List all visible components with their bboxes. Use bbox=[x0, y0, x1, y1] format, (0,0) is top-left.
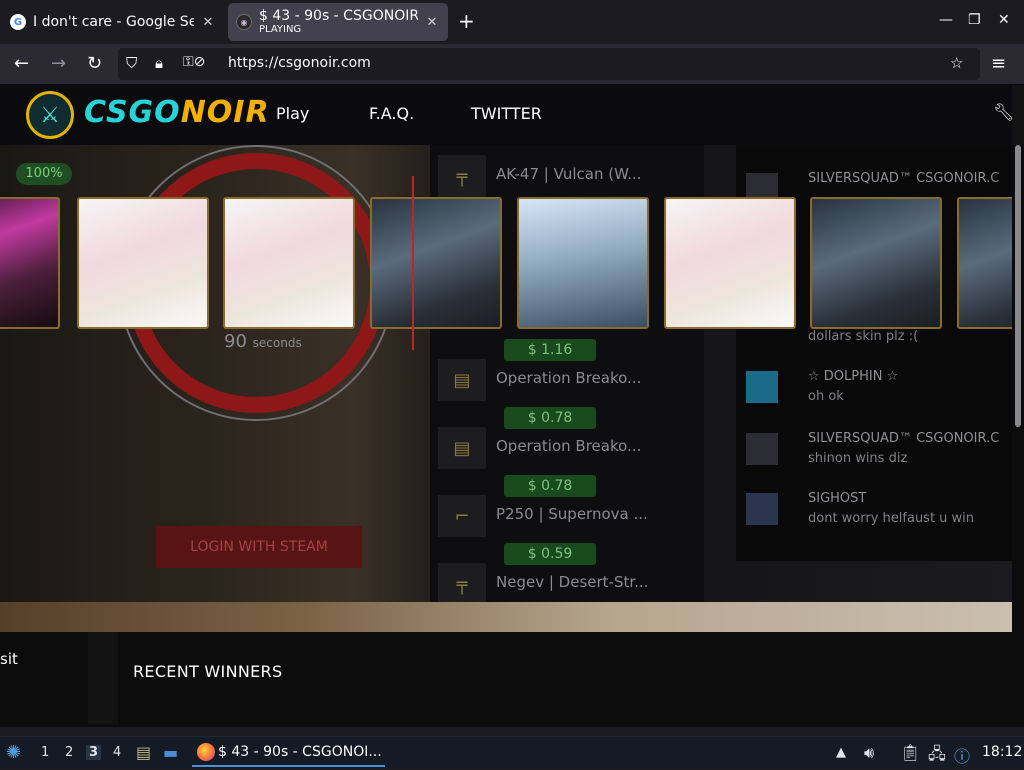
menu-twitter[interactable]: TWITTER bbox=[471, 104, 542, 123]
tab-playing-label: PLAYING bbox=[259, 24, 302, 35]
chat-username[interactable]: ☆ DOLPHIN ☆ bbox=[808, 369, 898, 384]
settings-wrench-icon[interactable]: 🔧︎ bbox=[993, 103, 1015, 123]
player-avatar-card bbox=[223, 197, 355, 329]
vertical-scrollbar[interactable] bbox=[1012, 145, 1024, 727]
recent-winners-title: RECENT WINNERS bbox=[133, 662, 283, 681]
brand-part-2: NOIR bbox=[180, 95, 270, 130]
item-name: Operation Breako... bbox=[496, 437, 642, 455]
roulette-strip bbox=[0, 176, 1024, 350]
close-tab-icon[interactable]: ✕ bbox=[200, 15, 216, 30]
taskbar: ✺ 1 2 3 4 ▤ ▬ $ 43 - 90s - CSGONOI... ▲ … bbox=[0, 736, 1024, 768]
tab-google-search[interactable]: G I don't care - Google Sea ✕ bbox=[2, 3, 224, 41]
workspace-4[interactable]: 4 bbox=[113, 745, 121, 760]
banner-strip bbox=[0, 602, 1012, 632]
taskbar-firefox-window[interactable]: $ 43 - 90s - CSGONOI... bbox=[192, 738, 385, 767]
recent-winners-panel: RECENT WINNERS bbox=[118, 632, 1012, 727]
clipboard-icon[interactable]: 📋︎ bbox=[900, 743, 920, 762]
chat-text: shinon wins diz bbox=[808, 451, 908, 466]
minimize-icon[interactable]: — bbox=[939, 12, 953, 28]
player-avatar-card bbox=[370, 197, 502, 329]
lock-icon[interactable]: 🔒︎ bbox=[155, 54, 163, 72]
firefox-icon bbox=[197, 743, 215, 761]
menu-play[interactable]: Play bbox=[276, 104, 309, 123]
menu-faq[interactable]: F.A.Q. bbox=[369, 104, 414, 123]
reload-icon[interactable]: ↻ bbox=[87, 54, 102, 74]
shield-icon[interactable]: ⛉ bbox=[126, 54, 137, 72]
chat-username[interactable]: SIGHOST bbox=[808, 491, 866, 506]
rifle-icon: ╤ bbox=[438, 155, 486, 197]
list-item: ▤ Operation Breako... bbox=[430, 417, 704, 477]
chat-text: oh ok bbox=[808, 389, 844, 404]
item-name: Operation Breako... bbox=[496, 369, 642, 387]
horizontal-scrollbar[interactable] bbox=[0, 724, 1024, 727]
volume-icon[interactable]: 🔊︎ bbox=[864, 743, 874, 763]
crate-icon: ▤ bbox=[438, 427, 486, 469]
player-avatar-card bbox=[810, 197, 942, 329]
deposit-panel: sit bbox=[0, 632, 88, 724]
tab-title: I don't care - Google Sea bbox=[33, 14, 194, 30]
start-menu-icon[interactable]: ✺ bbox=[6, 742, 21, 763]
desktop-icon[interactable]: ▬ bbox=[163, 743, 178, 762]
item-name: Negev | Desert-Str... bbox=[496, 573, 649, 591]
workspace-1[interactable]: 1 bbox=[41, 745, 49, 760]
tray-arrow-icon[interactable]: ▲ bbox=[836, 745, 846, 760]
item-name: P250 | Supernova ... bbox=[496, 505, 648, 523]
task-title: $ 43 - 90s - CSGONOI... bbox=[218, 744, 382, 760]
bookmark-star-icon[interactable]: ☆ bbox=[950, 54, 963, 72]
player-avatar-card bbox=[0, 197, 60, 329]
roulette-pointer bbox=[412, 176, 414, 350]
site-header: ⚔ CSGONOIR Play F.A.Q. TWITTER 🔧︎ bbox=[0, 85, 1015, 145]
network-icon[interactable]: 🖧 bbox=[928, 743, 946, 770]
progress-badge: 100% bbox=[16, 163, 72, 185]
chat-username[interactable]: SILVERSQUAD™ CSGONOIR.C bbox=[808, 431, 999, 446]
timer-value: 90 bbox=[224, 331, 247, 352]
crate-icon: ▤ bbox=[438, 359, 486, 401]
tab-csgonoir[interactable]: ◉ $ 43 - 90s - CSGONOIR - PLAYING ✕ bbox=[228, 3, 448, 41]
list-item: ⌐ P250 | Supernova ... bbox=[430, 485, 704, 545]
url-text[interactable]: https://csgonoir.com bbox=[228, 55, 371, 71]
google-icon: G bbox=[10, 14, 26, 30]
item-name: AK-47 | Vulcan (W... bbox=[496, 165, 642, 183]
avatar[interactable] bbox=[746, 493, 778, 525]
new-tab-button[interactable]: + bbox=[458, 11, 475, 31]
file-manager-icon[interactable]: ▤ bbox=[136, 743, 151, 762]
player-avatar-card bbox=[517, 197, 649, 329]
deposit-label[interactable]: sit bbox=[0, 650, 18, 668]
brand-logo[interactable]: CSGONOIR bbox=[84, 95, 270, 130]
brand-part-1: CSGO bbox=[84, 95, 181, 130]
rifle-icon: ╤ bbox=[438, 563, 486, 605]
player-avatar-card bbox=[77, 197, 209, 329]
tab-title: $ 43 - 90s - CSGONOIR - bbox=[259, 9, 418, 23]
tab-strip: G I don't care - Google Sea ✕ ◉ $ 43 - 9… bbox=[0, 0, 1024, 44]
avatar[interactable] bbox=[746, 433, 778, 465]
restore-icon[interactable]: ❐ bbox=[968, 12, 981, 28]
close-window-icon[interactable]: ✕ bbox=[998, 12, 1010, 28]
logo-icon[interactable]: ⚔ bbox=[26, 91, 74, 139]
timer-label: 90 seconds bbox=[224, 331, 302, 352]
pistol-icon: ⌐ bbox=[438, 495, 486, 537]
notification-icon[interactable]: ⓘ bbox=[954, 743, 970, 767]
back-icon[interactable]: ← bbox=[14, 54, 29, 74]
list-item: ▤ Operation Breako... bbox=[430, 349, 704, 409]
chat-username[interactable]: SILVERSQUAD™ CSGONOIR.C bbox=[808, 171, 999, 186]
csgonoir-favicon: ◉ bbox=[236, 14, 252, 30]
scrollbar-thumb[interactable] bbox=[1015, 145, 1021, 427]
navigation-toolbar: ← → ↻ ⛉ 🔒︎ ⚿⊘ https://csgonoir.com ☆ ≡ bbox=[0, 44, 1024, 85]
close-tab-icon[interactable]: ✕ bbox=[424, 15, 440, 30]
player-avatar-card bbox=[664, 197, 796, 329]
timer-unit: seconds bbox=[252, 336, 302, 350]
login-with-steam-button[interactable]: LOGIN WITH STEAM bbox=[156, 526, 362, 568]
clock[interactable]: 18:12 bbox=[982, 744, 1022, 760]
url-bar[interactable]: ⛉ 🔒︎ ⚿⊘ https://csgonoir.com ☆ bbox=[118, 48, 980, 80]
avatar[interactable] bbox=[746, 371, 778, 403]
menu-icon[interactable]: ≡ bbox=[991, 54, 1006, 74]
permissions-icon[interactable]: ⚿⊘ bbox=[183, 54, 205, 70]
workspace-3[interactable]: 3 bbox=[86, 745, 102, 760]
forward-icon[interactable]: → bbox=[51, 54, 66, 74]
web-content: ⚔ CSGONOIR Play F.A.Q. TWITTER 🔧︎ 100% 9… bbox=[0, 85, 1024, 727]
workspace-2[interactable]: 2 bbox=[65, 745, 73, 760]
chat-text: dont worry helfaust u win bbox=[808, 511, 975, 526]
